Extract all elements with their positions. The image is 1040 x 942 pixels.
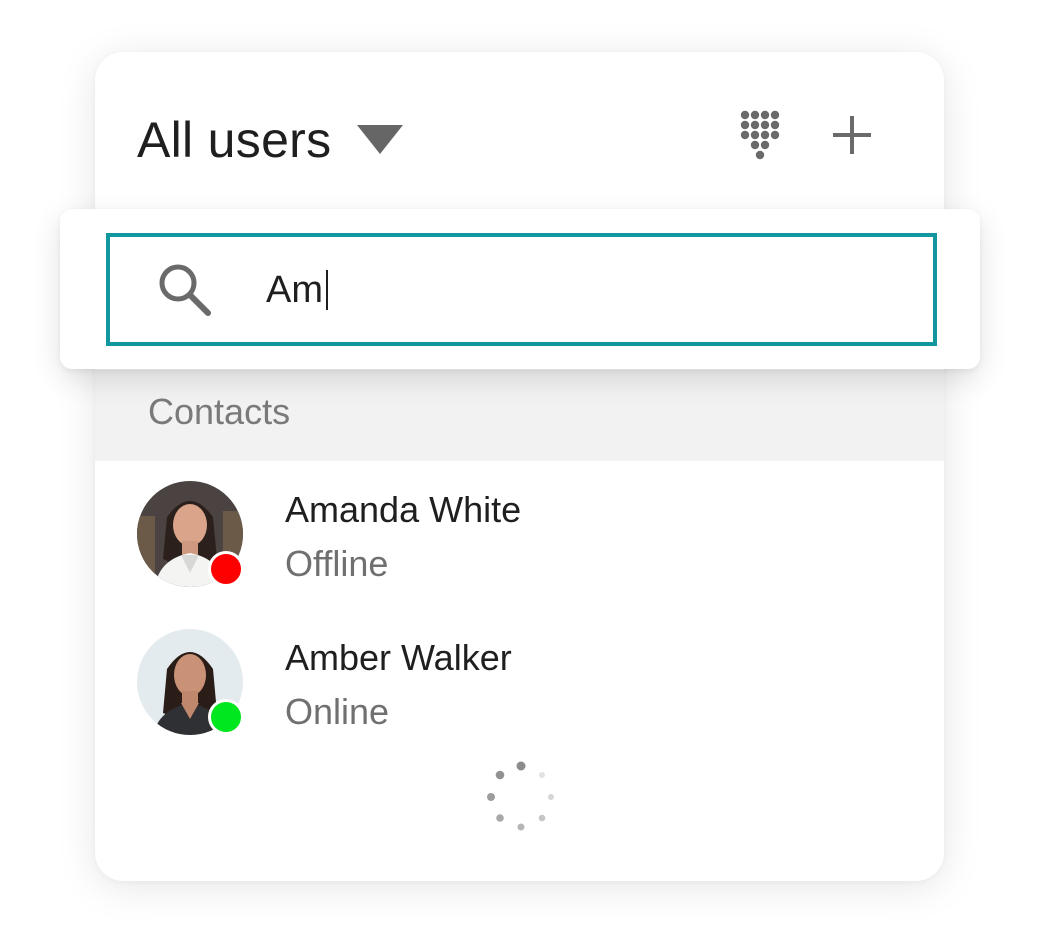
header: All users <box>95 52 944 222</box>
filter-title: All users <box>137 112 332 168</box>
user-filter-dropdown[interactable]: All users <box>137 110 404 170</box>
dialpad-icon <box>740 110 780 160</box>
search-query-text: Am <box>266 269 323 311</box>
search-input[interactable]: Am <box>106 233 937 346</box>
search-query: Am <box>266 267 328 313</box>
dialpad-button[interactable] <box>738 109 784 161</box>
contacts-card: All users Contacts Amanda White Offline … <box>95 52 944 881</box>
plus-icon <box>833 116 871 154</box>
online-status-dot <box>208 699 244 735</box>
contact-name: Amanda White <box>285 489 522 530</box>
contacts-widget: All users Contacts Amanda White Offline … <box>0 0 1040 942</box>
loading-spinner-icon <box>482 758 560 836</box>
contact-name: Amber Walker <box>285 637 512 678</box>
caret-down-icon <box>357 125 404 155</box>
search-panel: Am <box>60 209 980 369</box>
text-cursor <box>326 270 328 310</box>
offline-status-dot <box>208 551 244 587</box>
contact-row[interactable]: Amanda White Offline <box>95 481 944 601</box>
contact-row[interactable]: Amber Walker Online <box>95 629 944 749</box>
contact-status: Online <box>285 691 390 732</box>
section-label: Contacts <box>148 391 291 432</box>
add-contact-button[interactable] <box>829 112 875 158</box>
contact-status: Offline <box>285 543 389 584</box>
search-icon <box>159 264 211 316</box>
